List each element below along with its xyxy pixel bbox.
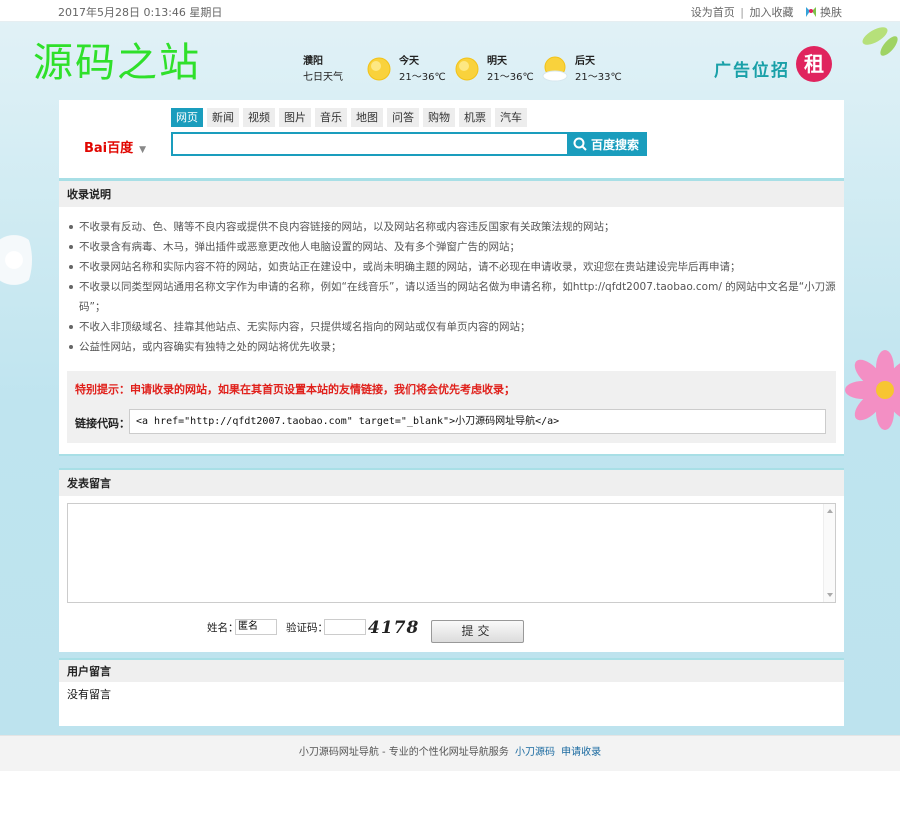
link-code-label: 链接代码： [75,417,130,430]
rule-item: 不收入非顶级域名、挂靠其他站点、无实际内容，只提供域名指向的网站或仅有单页内容的… [67,317,836,337]
weather-location: 濮阳 七日天气 [303,54,343,86]
search-panel: Bai百度 ▼ 网页 新闻 视频 图片 音乐 地图 问答 购物 机票 汽车 百度搜索 [59,100,844,180]
sun-icon [367,57,391,81]
link-separator: | [740,6,744,19]
special-notice: 特别提示：申请收录的网站，如果在其首页设置本站的友情链接，我们将会优先考虑收录； [75,383,515,396]
weather-temp: 21～36℃ [487,72,534,83]
weather-day-after: 后天 21～33℃ [575,54,622,86]
search-icon [573,137,587,151]
scroll-up-icon[interactable] [827,509,833,513]
change-skin-link[interactable]: 换肤 [805,6,842,19]
top-links: 设为首页 | 加入收藏 换肤 [691,4,842,20]
weather-today: 今天 21～36℃ [399,54,446,86]
notice-box: 特别提示：申请收录的网站，如果在其首页设置本站的友情链接，我们将会优先考虑收录；… [67,371,836,443]
leaf-decoration [862,27,898,56]
rules-title: 收录说明 [59,179,844,207]
weather-day-label: 今天 [399,56,419,67]
comment-title: 发表留言 [59,468,844,496]
baidu-logo[interactable]: Bai百度 ▼ [84,137,146,156]
pink-flower-decoration [845,350,900,430]
search-tab[interactable]: 新闻 [207,108,239,127]
weather-city: 濮阳 [303,56,323,67]
rule-item: 公益性网站，或内容确实有独特之处的网站将优先收录； [67,337,836,357]
submit-button[interactable]: 提交 [431,620,524,643]
add-favorite-link[interactable]: 加入收藏 [750,6,794,19]
baidu-logo-text: Bai百度 [84,141,134,156]
ad-badge[interactable]: 租 [796,46,832,82]
weather-temp: 21～33℃ [575,72,622,83]
search-tab[interactable]: 音乐 [315,108,347,127]
search-tab[interactable]: 网页 [171,108,203,127]
messages-title: 用户留言 [59,658,844,682]
rule-item: 不收录含有病毒、木马，弹出插件或恶意更改他人电脑设置的网站、及有多个弹窗广告的网… [67,237,836,257]
ad-banner-text[interactable]: 广告位招 [714,56,790,81]
rule-item: 不收录以同类型网站通用名称文字作为申请的名称，例如“在线音乐”，请以适当的网站名… [67,277,836,317]
name-label: 姓名： [207,622,239,634]
cloud-sun-icon [542,56,568,82]
top-bar: 2017年5月28日 0:13:46 星期日 设为首页 | 加入收藏 换肤 [0,0,900,22]
set-home-link[interactable]: 设为首页 [691,6,735,19]
search-button-label: 百度搜索 [591,137,640,152]
textarea-scrollbar[interactable] [823,504,835,602]
footer-link-xiaodao[interactable]: 小刀源码 [515,747,555,758]
scroll-down-icon[interactable] [827,593,833,597]
rules-panel: 收录说明 不收录有反动、色、赌等不良内容或提供不良内容链接的网站，以及网站名称或… [59,179,844,456]
skin-icon [806,7,816,17]
footer-text: 小刀源码网址导航 - 专业的个性化网址导航服务 [298,747,509,758]
comment-textarea[interactable] [67,503,836,603]
weather-tomorrow: 明天 21～36℃ [487,54,534,86]
sun-icon [455,57,479,81]
rule-item: 不收录有反动、色、赌等不良内容或提供不良内容链接的网站，以及网站名称或内容违反国… [67,217,836,237]
search-tab[interactable]: 地图 [351,108,383,127]
empty-messages-text: 没有留言 [67,688,111,701]
footer: 小刀源码网址导航 - 专业的个性化网址导航服务 小刀源码 申请收录 [0,735,900,771]
footer-link-apply[interactable]: 申请收录 [561,747,601,758]
search-tab[interactable]: 视频 [243,108,275,127]
search-tabs: 网页 新闻 视频 图片 音乐 地图 问答 购物 机票 汽车 [171,108,531,127]
weather-day-label: 后天 [575,56,595,67]
captcha-input[interactable] [324,619,366,635]
weather-day-label: 明天 [487,56,507,67]
site-logo[interactable]: 源码之站 [33,30,201,88]
search-tab[interactable]: 汽车 [495,108,527,127]
change-skin-label: 换肤 [820,6,842,19]
weather-temp: 21～36℃ [399,72,446,83]
datetime-text: 2017年5月28日 0:13:46 星期日 [58,6,223,19]
name-input[interactable]: 匿名 [235,619,277,635]
captcha-label: 验证码： [286,622,328,634]
weather-source-link[interactable]: 七日天气 [303,70,343,86]
captcha-image[interactable]: 4178 [368,618,419,638]
search-tab[interactable]: 图片 [279,108,311,127]
search-tab[interactable]: 问答 [387,108,419,127]
search-button[interactable]: 百度搜索 [569,132,647,156]
search-input[interactable] [171,132,569,156]
rules-list: 不收录有反动、色、赌等不良内容或提供不良内容链接的网站，以及网站名称或内容违反国… [59,207,844,357]
comment-panel: 发表留言 姓名： 匿名 验证码： 4178 提交 [59,468,844,652]
search-tab[interactable]: 机票 [459,108,491,127]
rule-item: 不收录网站名称和实际内容不符的网站，如贵站正在建设中，或尚未明确主题的网站，请不… [67,257,836,277]
messages-panel: 用户留言 没有留言 [59,658,844,726]
link-code-field[interactable]: <a href="http://qfdt2007.taobao.com" tar… [129,409,826,434]
chevron-down-icon[interactable]: ▼ [139,145,146,155]
search-tab[interactable]: 购物 [423,108,455,127]
daisy-decoration [0,215,32,305]
